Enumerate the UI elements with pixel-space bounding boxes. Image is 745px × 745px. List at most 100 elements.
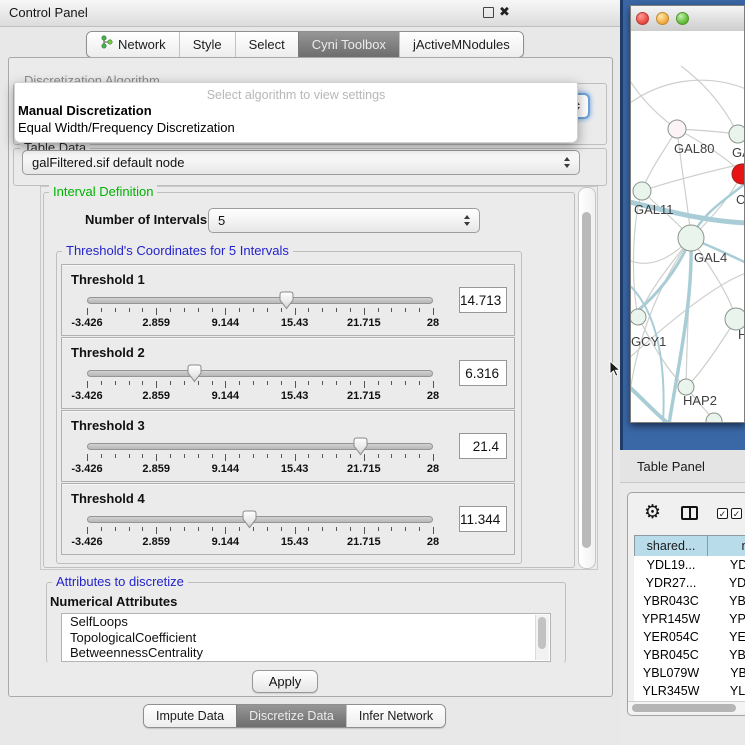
number-of-intervals-value: 5: [218, 213, 225, 228]
minimize-traffic-light-icon[interactable]: [656, 12, 669, 25]
network-edge: [642, 163, 744, 191]
table-row[interactable]: YBR043CYBR0: [634, 592, 745, 610]
network-node[interactable]: [729, 125, 744, 143]
tab-network[interactable]: Network: [87, 32, 179, 57]
table-cell: YDL1: [708, 556, 745, 574]
tab-cyni-toolbox[interactable]: Cyni Toolbox: [298, 32, 399, 57]
threshold-label: Threshold 2: [71, 345, 145, 360]
table-panel-box: ⚙ ✓ ✓ shared...n YDL19...YDL1YDR27...YDR…: [627, 492, 745, 716]
thresholds-group-title: Threshold's Coordinates for 5 Intervals: [62, 244, 293, 258]
table-data-select[interactable]: galFiltered.sif default node: [22, 150, 580, 175]
threshold-panel: Threshold 4-3.4262.8599.14415.4321.71528…: [61, 483, 515, 555]
scrollbar-thumb[interactable]: [632, 704, 736, 712]
threshold-value-field[interactable]: 14.713: [459, 287, 507, 313]
network-node-label: GAL80: [674, 141, 714, 156]
table-cell: YBL079W: [634, 664, 708, 682]
network-edge: [681, 66, 738, 134]
menu-item-equal-width-frequency[interactable]: Equal Width/Frequency Discretization: [15, 119, 577, 136]
horizontal-scrollbar[interactable]: [628, 701, 745, 713]
table-cell: YER054C: [634, 628, 708, 646]
table-row[interactable]: YDL19...YDL1: [634, 556, 745, 574]
close-traffic-light-icon[interactable]: [636, 12, 649, 25]
network-node[interactable]: [631, 309, 646, 325]
table-row[interactable]: YBR045CYBR0: [634, 646, 745, 664]
scrollbar-thumb[interactable]: [582, 212, 591, 548]
tab-label: Cyni Toolbox: [312, 32, 386, 57]
tick-label: 28: [427, 317, 439, 329]
tick-label: 28: [427, 463, 439, 475]
attribute-item-betweennesscentrality[interactable]: BetweennessCentrality: [62, 645, 550, 661]
algorithm-placeholder: Select algorithm to view settings: [15, 83, 577, 102]
attribute-item-topologicalcoefficient[interactable]: TopologicalCoefficient: [62, 630, 550, 646]
threshold-label: Threshold 3: [71, 418, 145, 433]
frame-edge: [620, 0, 623, 450]
column-header-n[interactable]: n: [708, 535, 745, 557]
close-icon[interactable]: ✖: [499, 6, 510, 18]
slider-ticks: -3.4262.8599.14415.4321.71528: [87, 527, 433, 553]
threshold-value-field[interactable]: 11.344: [459, 506, 507, 532]
table-settings-button[interactable]: ⚙: [644, 503, 661, 522]
network-node[interactable]: [732, 164, 744, 184]
control-panel-titlebar: Control Panel ✖: [0, 0, 620, 27]
tab-jactivemnodules[interactable]: jActiveMNodules: [399, 32, 523, 57]
tick-label: 9.144: [212, 536, 240, 548]
number-of-intervals-label: Number of Intervals: [85, 212, 207, 227]
network-window: GAL80GACGAL11GAL4GCY1HHAP2: [630, 5, 745, 423]
network-node[interactable]: [668, 120, 686, 138]
threshold-slider-track[interactable]: [87, 370, 433, 377]
list-scrollbar[interactable]: [535, 615, 549, 660]
table-row[interactable]: YPR145WYPR1: [634, 610, 745, 628]
tab-infer-network[interactable]: Infer Network: [346, 705, 445, 727]
menu-item-manual-discretization[interactable]: Manual Discretization: [15, 102, 577, 119]
tab-select[interactable]: Select: [235, 32, 298, 57]
table-row[interactable]: YER054CYER0: [634, 628, 745, 646]
table-row[interactable]: YLR345WYLR3: [634, 682, 745, 700]
numerical-attributes-list[interactable]: SelfLoopsTopologicalCoefficientBetweenne…: [61, 613, 551, 662]
threshold-slider-track[interactable]: [87, 297, 433, 304]
table-row[interactable]: YBL079WYBL0: [634, 664, 745, 682]
attribute-item-selfloops[interactable]: SelfLoops: [62, 614, 550, 630]
algorithm-dropdown-popup: Select algorithm to view settings Manual…: [14, 82, 578, 143]
column-header-shared-[interactable]: shared...: [634, 535, 708, 557]
apply-button[interactable]: Apply: [252, 670, 318, 693]
table-cell: YBR043C: [634, 592, 708, 610]
table-cell: YBL0: [708, 664, 745, 682]
threshold-panel: Threshold 1-3.4262.8599.14415.4321.71528…: [61, 264, 515, 336]
table-row[interactable]: YDR27...YDR2: [634, 574, 745, 592]
network-canvas[interactable]: GAL80GACGAL11GAL4GCY1HHAP2: [631, 31, 744, 422]
scrollbar-thumb[interactable]: [538, 617, 546, 649]
number-of-intervals-select[interactable]: 5: [208, 208, 480, 233]
tick-label: 21.715: [347, 536, 381, 548]
threshold-slider-track[interactable]: [87, 516, 433, 523]
float-window-icon[interactable]: [483, 7, 494, 18]
tab-impute-data[interactable]: Impute Data: [144, 705, 236, 727]
threshold-slider-track[interactable]: [87, 443, 433, 450]
tab-label: Network: [118, 32, 166, 57]
tab-discretize-data[interactable]: Discretize Data: [236, 705, 346, 727]
table-cell: YER0: [708, 628, 745, 646]
tick-label: -3.426: [71, 536, 102, 548]
checkbox-icon[interactable]: ✓: [731, 508, 742, 519]
tick-label: 2.859: [142, 390, 170, 402]
split-view-icon[interactable]: [681, 506, 698, 520]
threshold-panel: Threshold 2 -3.4262.8599.14415.4321.71528…: [61, 337, 515, 409]
threshold-slider-thumb[interactable]: [186, 364, 203, 383]
tab-style[interactable]: Style: [179, 32, 235, 57]
top-tabs: Network StyleSelect Cyni Toolbox jActiveMNo…: [86, 31, 524, 58]
threshold-value-field[interactable]: 21.4: [459, 433, 507, 459]
tick-label: 15.43: [281, 463, 309, 475]
slider-ticks: -3.4262.8599.14415.4321.71528: [87, 454, 433, 480]
threshold-value-field[interactable]: 6.316: [459, 360, 507, 386]
checkbox-icon[interactable]: ✓: [717, 508, 728, 519]
threshold-slider-thumb[interactable]: [352, 437, 369, 456]
network-node[interactable]: [678, 225, 704, 251]
stepper-arrows-icon: [564, 157, 570, 168]
threshold-slider-thumb[interactable]: [278, 291, 295, 310]
network-node[interactable]: [633, 182, 651, 200]
threshold-slider-thumb[interactable]: [241, 510, 258, 529]
zoom-traffic-light-icon[interactable]: [676, 12, 689, 25]
table-panel-title: Table Panel: [637, 459, 705, 474]
slider-ticks: -3.4262.8599.14415.4321.71528: [87, 381, 433, 407]
vertical-scrollbar[interactable]: [578, 187, 596, 569]
network-node-label: GA: [732, 145, 744, 160]
